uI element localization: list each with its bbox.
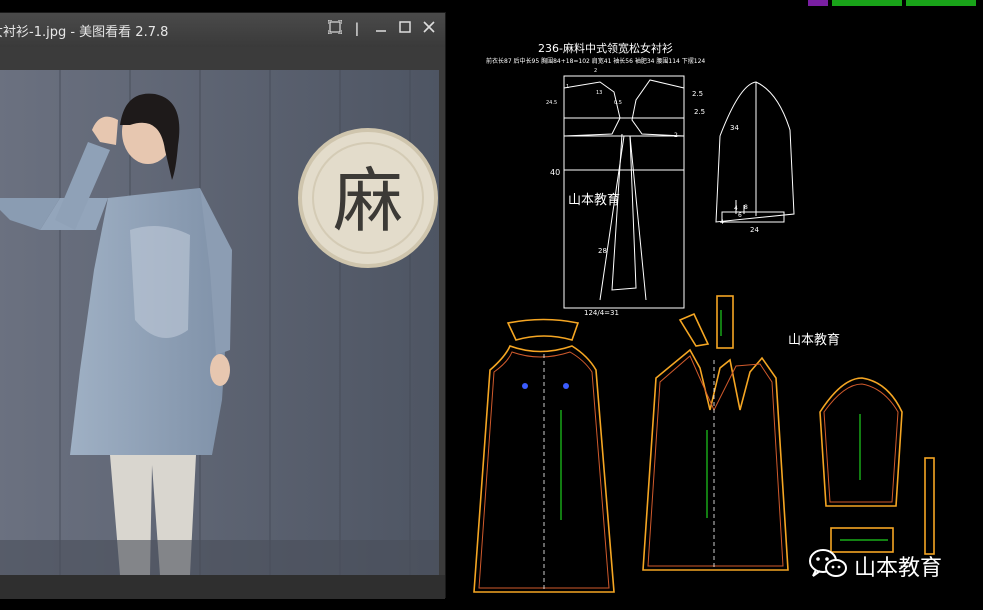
watermark-label: 山本教育 [788,333,841,348]
dim-label: 6 [738,212,742,219]
sign-character: 麻 [333,160,403,242]
wechat-account-name: 山本教育 [854,556,943,581]
model-photo: 麻 [0,70,439,575]
dim-label: 2.5 [692,90,704,98]
maximize-icon[interactable] [396,20,414,38]
dim-label: 0.5 [614,100,622,106]
dim-label: 34 [730,124,739,132]
dim-label: 2.5 [694,108,706,116]
minimize-icon[interactable] [372,20,390,38]
image-viewer-window[interactable]: 女衬衫-1.jpg - 美图看看 2.7.8 ǀ 麻 [0,12,446,599]
dim-label: 28 [598,247,607,255]
pattern-drawing [473,75,935,593]
close-icon[interactable] [420,20,438,38]
dim-label: 40 [550,168,561,177]
cad-title: 236-麻料中式领宽松女衬衫 [538,42,673,55]
title-bar[interactable]: 女衬衫-1.jpg - 美图看看 2.7.8 ǀ [0,13,445,47]
wechat-icon [808,547,848,585]
dim-label: 2 [594,68,598,74]
watermark-label: 山本教育 [568,193,621,208]
dim-label: 4 [734,205,738,212]
viewer-status-bar [0,575,445,599]
back-piece [642,348,789,571]
wechat-watermark: 山本教育 [808,548,942,584]
sleeve-draft [715,81,795,223]
photo-display[interactable]: 麻 [0,70,439,575]
dim-label: 24 [750,226,759,234]
dim-label: 2 [674,132,678,139]
dim-label: 124/4=31 [584,309,619,317]
collar-piece [506,318,580,341]
sleeve-piece [819,377,903,507]
dim-label: 8 [744,204,748,211]
dim-label: 4 [720,219,724,226]
cad-pattern-area: 236-麻料中式领宽松女衬衫 前衣长87 后中长95 胸围84+18=102 肩… [446,0,983,610]
dim-label: 1 [566,84,570,90]
dim-label: 13 [596,90,603,96]
window-title: 女衬衫-1.jpg - 美图看看 2.7.8 [0,25,169,40]
cad-measurements: 前衣长87 后中长95 胸围84+18=102 肩宽41 袖长56 袖肥34 腰… [486,58,706,65]
fullscreen-icon[interactable] [326,19,344,38]
dim-label: 24.5 [546,100,558,106]
separator-icon: ǀ [354,21,360,37]
